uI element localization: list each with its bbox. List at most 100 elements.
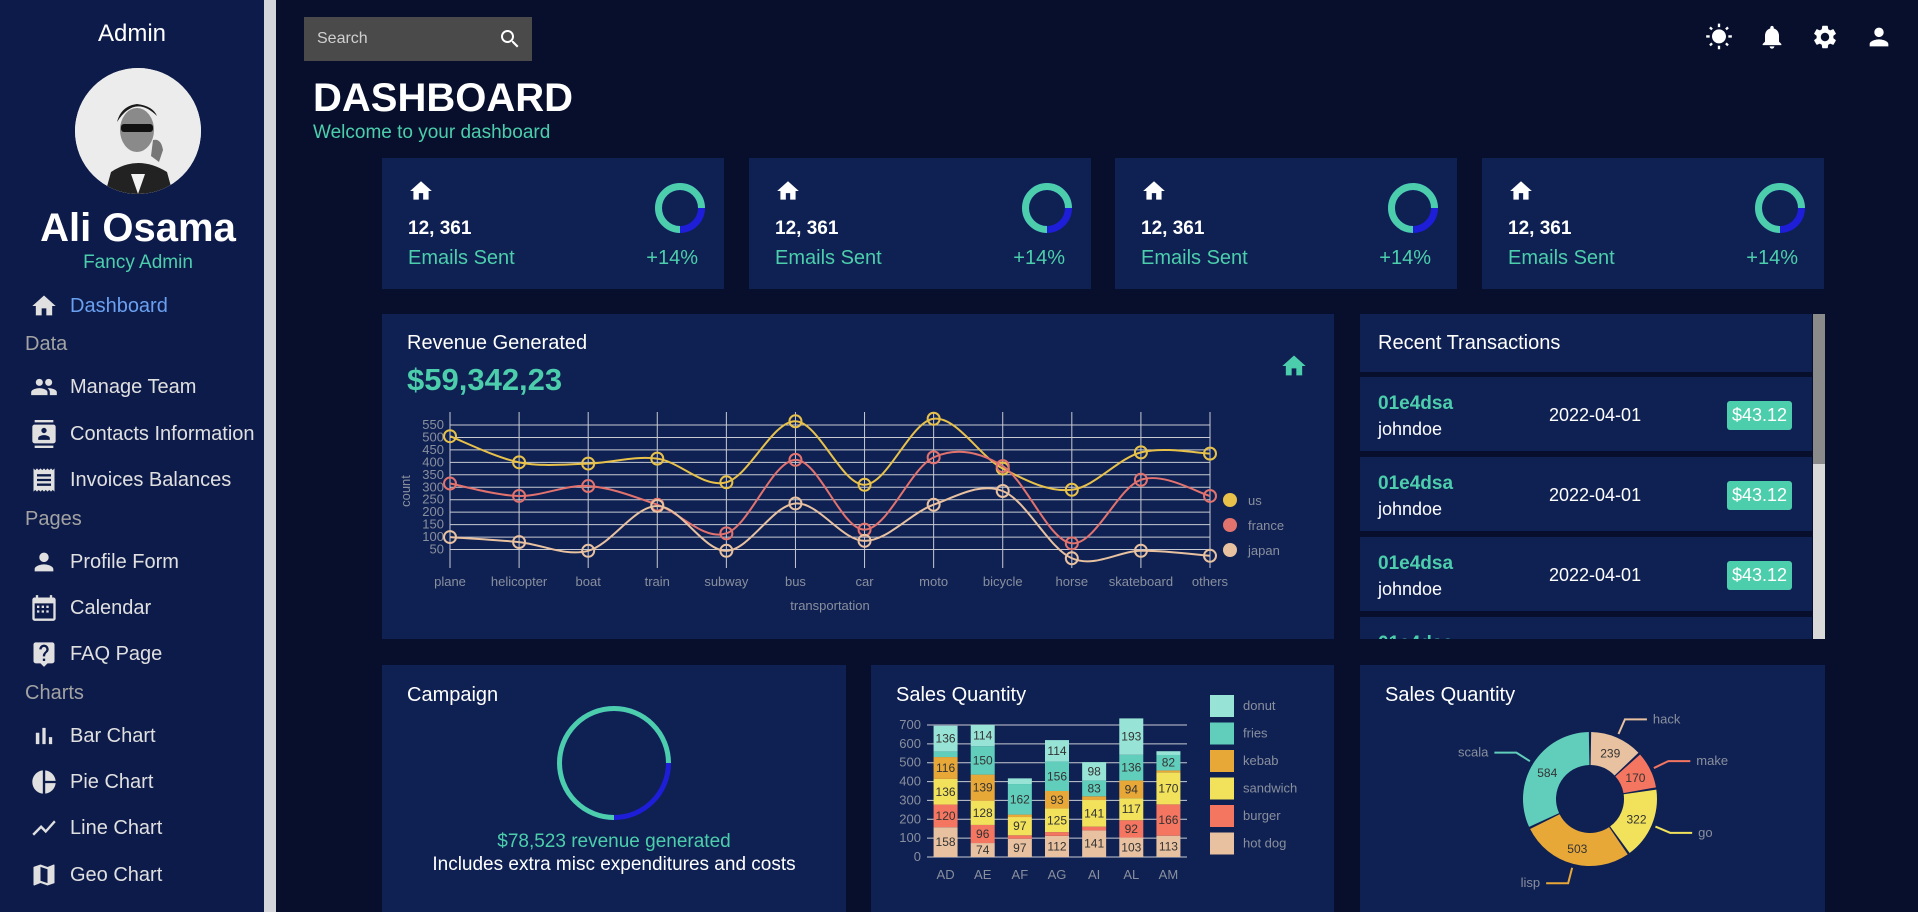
tx-cost-badge: $43.12: [1726, 561, 1792, 590]
pie-category-label: hack: [1653, 711, 1681, 726]
stat-label: Emails Sent: [408, 247, 515, 269]
pie-chart-icon: [32, 770, 56, 794]
sidebar-item-geo-chart[interactable]: Geo Chart: [30, 860, 162, 890]
theme-toggle-button[interactable]: [1705, 23, 1733, 51]
bar-value-label: 150: [973, 753, 993, 767]
legend-label: fries: [1243, 726, 1268, 741]
contacts-icon: [32, 420, 56, 448]
bar-value-label: 98: [1087, 764, 1101, 778]
stat-increase: +14%: [1379, 247, 1431, 269]
sidebar-item-label: Profile Form: [70, 550, 179, 573]
bar-segment-kebab: [1007, 814, 1032, 818]
bar-value-label: 116: [936, 761, 955, 775]
x-tick-label: AD: [937, 867, 955, 882]
x-tick-label: others: [1192, 574, 1229, 589]
line-chart-grid: [449, 412, 1211, 568]
help-icon: [33, 642, 55, 667]
bar-segment-donut: [1156, 751, 1181, 755]
sidebar-title: Admin: [97, 20, 167, 47]
x-tick-label: AE: [974, 867, 992, 882]
home-icon: [410, 181, 432, 200]
stat-value: 12, 361: [1508, 218, 1572, 239]
transactions-header: Recent Transactions: [1360, 314, 1812, 375]
legend-label: us: [1248, 493, 1262, 508]
receipt-icon: [33, 468, 55, 492]
legend-swatch: [1210, 750, 1234, 772]
bar-segment-kebab: [1082, 796, 1107, 801]
y-tick-label: 0: [914, 849, 921, 864]
bar-value-label: 120: [936, 809, 956, 823]
person-icon: [34, 552, 54, 572]
pie-value-label: 322: [1627, 813, 1647, 827]
sidebar-item-contacts[interactable]: Contacts Information: [30, 419, 255, 449]
tx-id: 01e4dsa: [1378, 473, 1454, 494]
sidebar-item-line-chart[interactable]: Line Chart: [30, 813, 162, 843]
search-icon[interactable]: [498, 27, 522, 51]
bar-segment-donut: [1007, 778, 1032, 785]
legend-swatch: [1210, 695, 1234, 717]
bar-value-label: 83: [1087, 781, 1101, 795]
scrollbar-track[interactable]: [1813, 314, 1825, 639]
y-tick-label: 400: [899, 774, 921, 789]
sidebar-item-dashboard[interactable]: Dashboard: [30, 291, 168, 321]
notifications-button[interactable]: [1758, 23, 1786, 51]
transaction-row[interactable]: 01e4dsa johndoe: [1360, 617, 1812, 639]
stat-card: 12, 361 Emails Sent +14%: [1115, 158, 1457, 289]
sidebar-item-bar-chart[interactable]: Bar Chart: [30, 721, 156, 751]
legend-label: sandwich: [1243, 781, 1297, 796]
sidebar-section-pages: Pages: [25, 508, 82, 530]
transaction-row[interactable]: 01e4dsa johndoe 2022-04-01 $43.12: [1360, 537, 1812, 614]
sidebar-item-calendar[interactable]: Calendar: [30, 593, 151, 623]
settings-button[interactable]: [1811, 23, 1839, 51]
legend-swatch: [1210, 722, 1234, 745]
pie-slice-lisp: [1530, 814, 1628, 866]
bar-chart-icon: [35, 727, 53, 745]
stat-card: 12, 361 Emails Sent +14%: [382, 158, 724, 289]
sidebar-item-manage-team[interactable]: Manage Team: [30, 372, 196, 402]
legend-label: france: [1248, 518, 1284, 533]
campaign-revenue: $78,523 revenue generated: [497, 831, 731, 852]
campaign-progress-ring: [557, 706, 671, 820]
pie-link-line: [1655, 825, 1693, 834]
bar-segment-kebab: [1156, 770, 1181, 773]
profile-button[interactable]: [1865, 23, 1893, 51]
stat-value: 12, 361: [775, 218, 839, 239]
x-tick-label: boat: [576, 574, 602, 589]
revenue-panel: Revenue Generated $59,342,23 50 100 150 200…: [382, 314, 1334, 639]
tx-date: 2022-04-01: [1549, 485, 1642, 505]
stat-label: Emails Sent: [1141, 247, 1248, 269]
calendar-icon: [32, 595, 56, 621]
page-title: DASHBOARD: [313, 76, 573, 120]
sidebar-item-profile-form[interactable]: Profile Form: [30, 547, 179, 577]
home-icon: [1143, 181, 1165, 200]
transaction-row[interactable]: 01e4dsa johndoe 2022-04-01 $43.12: [1360, 457, 1812, 534]
sidebar-item-faq[interactable]: FAQ Page: [30, 639, 162, 669]
bar-value-label: 92: [1125, 822, 1139, 836]
bar-value-label: 112: [1047, 839, 1066, 853]
x-tick-label: horse: [1056, 574, 1089, 589]
bar-value-label: 170: [1158, 781, 1178, 795]
sidebar-item-invoices[interactable]: Invoices Balances: [30, 465, 231, 495]
sales-bar-panel: Sales Quantity 0 100 200 300 400 500 600 700 158…: [871, 665, 1334, 912]
y-tick-label: 200: [899, 811, 921, 826]
tx-date: 2022-04-01: [1549, 405, 1642, 425]
user-role: Fancy Admin: [83, 252, 193, 273]
bar-value-label: 113: [1159, 839, 1178, 853]
x-tick-label: subway: [704, 574, 749, 589]
revenue-line-chart: 50100150200250300350400450500550plane hel…: [398, 411, 1284, 613]
legend-label: japan: [1247, 543, 1280, 558]
transaction-row[interactable]: 01e4dsa johndoe 2022-04-01 $43.12: [1360, 377, 1812, 454]
legend-label: donut: [1243, 698, 1276, 713]
campaign-panel: Campaign $78,523 revenue generated Inclu…: [382, 665, 846, 912]
search-input[interactable]: [317, 30, 487, 48]
people-icon: [31, 378, 57, 396]
legend-swatch: [1210, 777, 1234, 800]
sidebar-item-pie-chart[interactable]: Pie Chart: [30, 767, 153, 797]
sidebar-section-data: Data: [25, 333, 68, 355]
search-bar: [304, 17, 532, 61]
campaign-title: Campaign: [407, 684, 499, 706]
scrollbar-thumb[interactable]: [1813, 314, 1825, 464]
pie-link-line: [1653, 760, 1691, 769]
bar-value-label: 97: [1013, 819, 1027, 833]
sidebar: Admin Ali Osama Fancy Admin Dashboard Da…: [0, 0, 276, 912]
